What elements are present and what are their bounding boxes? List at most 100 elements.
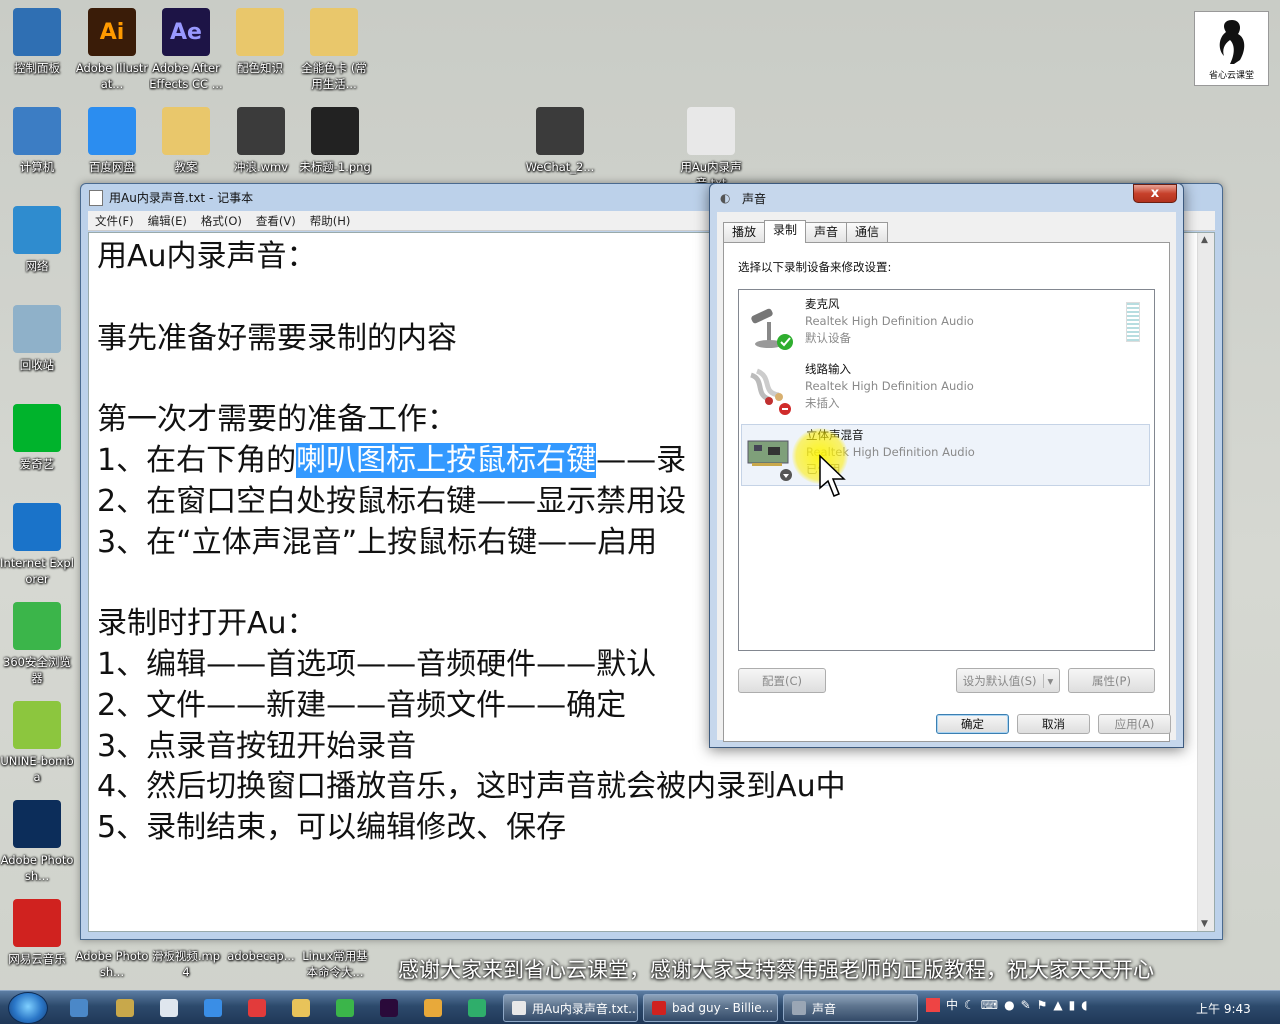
menu-view[interactable]: 查看(V) — [249, 213, 303, 229]
close-button[interactable]: x — [1133, 184, 1177, 203]
desktop-icon-video-file[interactable]: 冲浪.wmv — [224, 107, 298, 175]
quick-launch-icon[interactable] — [160, 999, 178, 1017]
desktop-icon-label: Linux常用基本命令大... — [302, 949, 368, 979]
quick-launch-icon[interactable] — [336, 999, 354, 1017]
ime-indicator[interactable]: 中 — [946, 996, 958, 1013]
text-file-icon — [687, 107, 735, 155]
desktop-icon-folder[interactable]: 配色知识 — [223, 8, 297, 76]
clock[interactable]: 上午 9:43 — [1196, 1000, 1251, 1017]
desktop-icon-photoshop[interactable]: Adobe Photosh... — [75, 948, 149, 980]
taskbar-item-label: bad guy - Billie... — [672, 1001, 774, 1015]
taskbar-item-sound[interactable]: 声音 — [783, 994, 918, 1022]
notepad-line-text: 5、录制结束，可以编辑修改、保存 — [97, 810, 567, 846]
desktop-icon-image-file[interactable]: 未标题-1.png — [298, 107, 372, 175]
start-button[interactable] — [8, 992, 48, 1024]
desktop-icon-video-file[interactable]: 滑板视频.mp4 — [149, 948, 223, 980]
properties-button[interactable]: 属性(P) — [1068, 668, 1155, 693]
iqiyi-folder-icon — [13, 701, 61, 749]
notepad-line: 5、录制结束，可以编辑修改、保存 — [97, 808, 1194, 849]
notepad-line-text: 3、点录音按钮开始录音 — [97, 728, 417, 764]
notepad-line-text: 1、在右下角的 — [97, 442, 297, 478]
tab-communications[interactable]: 通信 — [846, 222, 889, 242]
desktop-icon-recycle-bin[interactable]: 回收站 — [0, 305, 74, 373]
desktop-icon-folder[interactable]: 全能色卡 (常用生活... — [297, 8, 371, 92]
desktop-icon-baidu-netdisk[interactable]: 百度网盘 — [75, 107, 149, 175]
quick-launch-icon[interactable] — [468, 999, 486, 1017]
scroll-down-arrow-icon[interactable]: ▼ — [1201, 919, 1208, 929]
flag-icon[interactable]: ⚑ — [1037, 998, 1048, 1012]
desktop-icon-computer[interactable]: 计算机 — [0, 107, 74, 175]
desktop-icon-illustrator[interactable]: Ai Adobe Illustrat... — [75, 8, 149, 92]
apply-button[interactable]: 应用(A) — [1098, 714, 1171, 734]
desktop-icon-label: Adobe Photosh... — [75, 949, 149, 979]
ok-button[interactable]: 确定 — [936, 714, 1009, 734]
quick-launch-icon[interactable] — [116, 999, 134, 1017]
network-icon[interactable]: ▮ — [1069, 998, 1076, 1012]
computer-icon — [13, 107, 61, 155]
desktop-icon-label: 计算机 — [19, 160, 55, 174]
device-driver: Realtek High Definition Audio — [805, 379, 974, 393]
wrench-icon[interactable]: ✎ — [1021, 998, 1031, 1012]
taskbar-item-music[interactable]: bad guy - Billie... — [643, 994, 778, 1022]
desktop-icon-video-file[interactable]: WeChat_2... — [523, 107, 597, 175]
taskbar-item-notepad[interactable]: 用Au内录声音.txt... — [503, 994, 638, 1022]
sound-dialog-titlebar[interactable]: ◐ 声音 — [710, 184, 1183, 212]
speaker-icon — [792, 1001, 806, 1015]
configure-button[interactable]: 配置(C) — [738, 668, 826, 693]
desktop-icon-after-effects[interactable]: Ae Adobe After Effects CC ... — [149, 8, 223, 92]
desktop-icon-control-panel[interactable]: 控制面板 — [0, 8, 74, 76]
notepad-line-text: 事先准备好需要录制的内容 — [97, 320, 457, 356]
folder-icon — [236, 8, 284, 56]
quick-launch-icon[interactable] — [204, 999, 222, 1017]
set-default-button[interactable]: 设为默认值(S) ▾ — [956, 668, 1060, 693]
desktop-icon-netease-music[interactable]: 网易云音乐 — [0, 899, 74, 967]
desktop-icon-browser-360[interactable]: 360安全浏览器 — [0, 602, 74, 686]
sound-dialog[interactable]: ◐ 声音 x 播放 录制 声音 通信 选择以下录制设备来修改设置: 麦克风 Re… — [709, 183, 1184, 748]
menu-file[interactable]: 文件(F) — [88, 213, 141, 229]
tab-recording[interactable]: 录制 — [764, 220, 807, 243]
menu-edit[interactable]: 编辑(E) — [141, 213, 194, 229]
show-hidden-icon[interactable]: ▲ — [1053, 998, 1062, 1012]
device-driver: Realtek High Definition Audio — [806, 445, 975, 459]
selected-text[interactable]: 喇叭图标上按鼠标右键 — [296, 442, 597, 478]
tab-sounds[interactable]: 声音 — [805, 222, 848, 242]
quick-launch-icon[interactable] — [70, 999, 88, 1017]
desktop-icon-file[interactable]: Linux常用基本命令大... — [298, 948, 372, 980]
chevron-down-icon[interactable]: ▾ — [1042, 673, 1053, 688]
quick-launch-icon[interactable] — [424, 999, 442, 1017]
microphone-icon — [751, 308, 793, 350]
notepad-line-text: 4、然后切换窗口播放音乐，这时声音就会被内录到Au中 — [97, 769, 846, 805]
user-icon[interactable]: ● — [1004, 998, 1014, 1012]
desktop-icon-photoshop[interactable]: Adobe Photosh... — [0, 800, 74, 884]
desktop-icon-label: 爱奇艺 — [19, 457, 55, 471]
desktop-icon-text-file[interactable]: 用Au内录声音.txt — [674, 107, 748, 191]
desktop-icon-label: 网易云音乐 — [8, 952, 66, 966]
scroll-up-arrow-icon[interactable]: ▲ — [1201, 235, 1208, 245]
moon-icon[interactable]: ☾ — [964, 998, 975, 1012]
menu-format[interactable]: 格式(O) — [194, 213, 249, 229]
volume-icon[interactable]: ◖ — [1081, 998, 1087, 1012]
logo-text: 省心云课堂 — [1208, 71, 1254, 81]
quick-launch-icon[interactable] — [292, 999, 310, 1017]
quick-launch-icon[interactable] — [380, 999, 398, 1017]
desktop-icon-iqiyi-folder[interactable]: UNINE-bomba — [0, 701, 74, 785]
desktop-icon-label: 冲浪.wmv — [233, 160, 289, 174]
device-name: 麦克风 — [805, 297, 840, 311]
desktop-icon-file[interactable]: adobecap... — [224, 948, 298, 964]
notepad-scrollbar[interactable]: ▲ ▼ — [1197, 233, 1214, 931]
tab-playback[interactable]: 播放 — [723, 222, 766, 242]
network-icon — [13, 206, 61, 254]
desktop-icon-iqiyi[interactable]: 爱奇艺 — [0, 404, 74, 472]
illustrator-icon: Ai — [88, 8, 136, 56]
menu-help[interactable]: 帮助(H) — [303, 213, 358, 229]
quick-launch-icon[interactable] — [248, 999, 266, 1017]
device-line-in[interactable]: 线路输入 Realtek High Definition Audio 未插入 — [741, 359, 1150, 421]
input-method-icon[interactable] — [926, 997, 940, 1012]
device-status: 未插入 — [805, 396, 840, 410]
cancel-button[interactable]: 取消 — [1017, 714, 1090, 734]
keyboard-icon[interactable]: ⌨ — [981, 998, 998, 1012]
desktop-icon-ie[interactable]: Internet Explorer — [0, 503, 74, 587]
device-microphone[interactable]: 麦克风 Realtek High Definition Audio 默认设备 — [741, 294, 1150, 356]
desktop-icon-folder[interactable]: 教案 — [149, 107, 223, 175]
desktop-icon-network[interactable]: 网络 — [0, 206, 74, 274]
